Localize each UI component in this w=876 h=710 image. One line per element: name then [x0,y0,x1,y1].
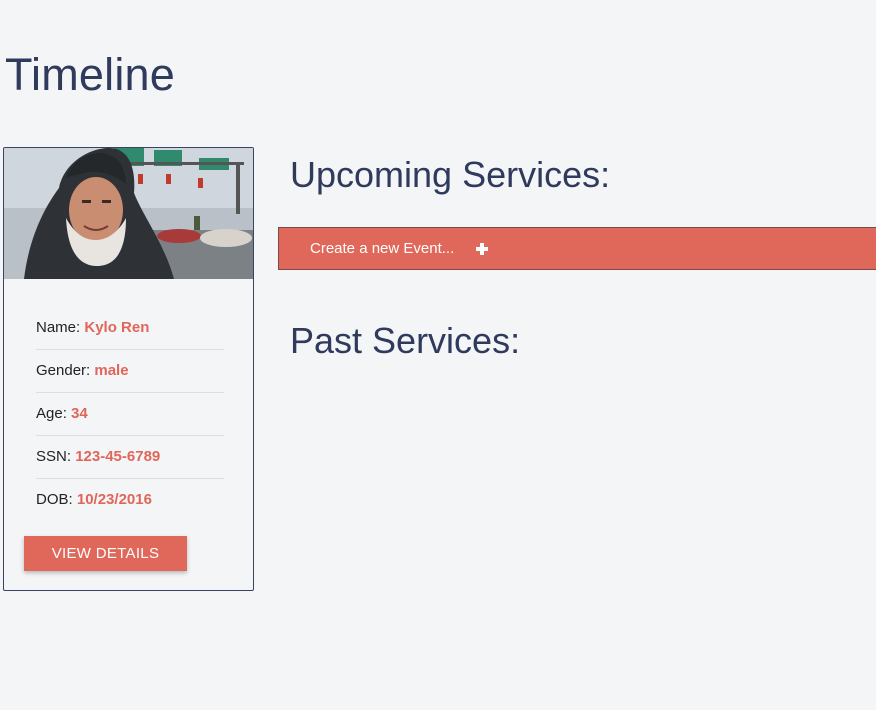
profile-info-list: Name: Kylo Ren Gender: male Age: 34 SSN:… [36,307,224,521]
profile-name-value: Kylo Ren [84,319,150,336]
create-event-button[interactable]: Create a new Event... [278,227,876,270]
profile-photo [4,148,253,279]
plus-icon [476,242,489,255]
create-event-label: Create a new Event... [310,240,455,257]
profile-dob-label: DOB: [36,491,73,508]
past-services-heading: Past Services: [290,320,521,361]
profile-ssn-label: SSN: [36,448,72,465]
profile-ssn-row: SSN: 123-45-6789 [36,436,224,479]
view-details-button[interactable]: VIEW DETAILS [24,536,187,571]
profile-age-value: 34 [71,405,88,422]
profile-ssn-value: 123-45-6789 [75,448,161,465]
profile-dob-value: 10/23/2016 [76,491,152,508]
profile-gender-label: Gender: [36,362,91,379]
profile-gender-row: Gender: male [36,350,224,393]
profile-age-label: Age: [36,405,67,422]
page-title: Timeline [5,49,175,100]
profile-card: Name: Kylo Ren Gender: male Age: 34 SSN:… [3,147,254,591]
profile-name-label: Name: [36,319,81,336]
profile-name-row: Name: Kylo Ren [36,307,224,350]
profile-gender-value: male [94,362,129,379]
profile-age-row: Age: 34 [36,393,224,436]
profile-dob-row: DOB: 10/23/2016 [36,479,224,521]
upcoming-services-heading: Upcoming Services: [290,154,611,195]
